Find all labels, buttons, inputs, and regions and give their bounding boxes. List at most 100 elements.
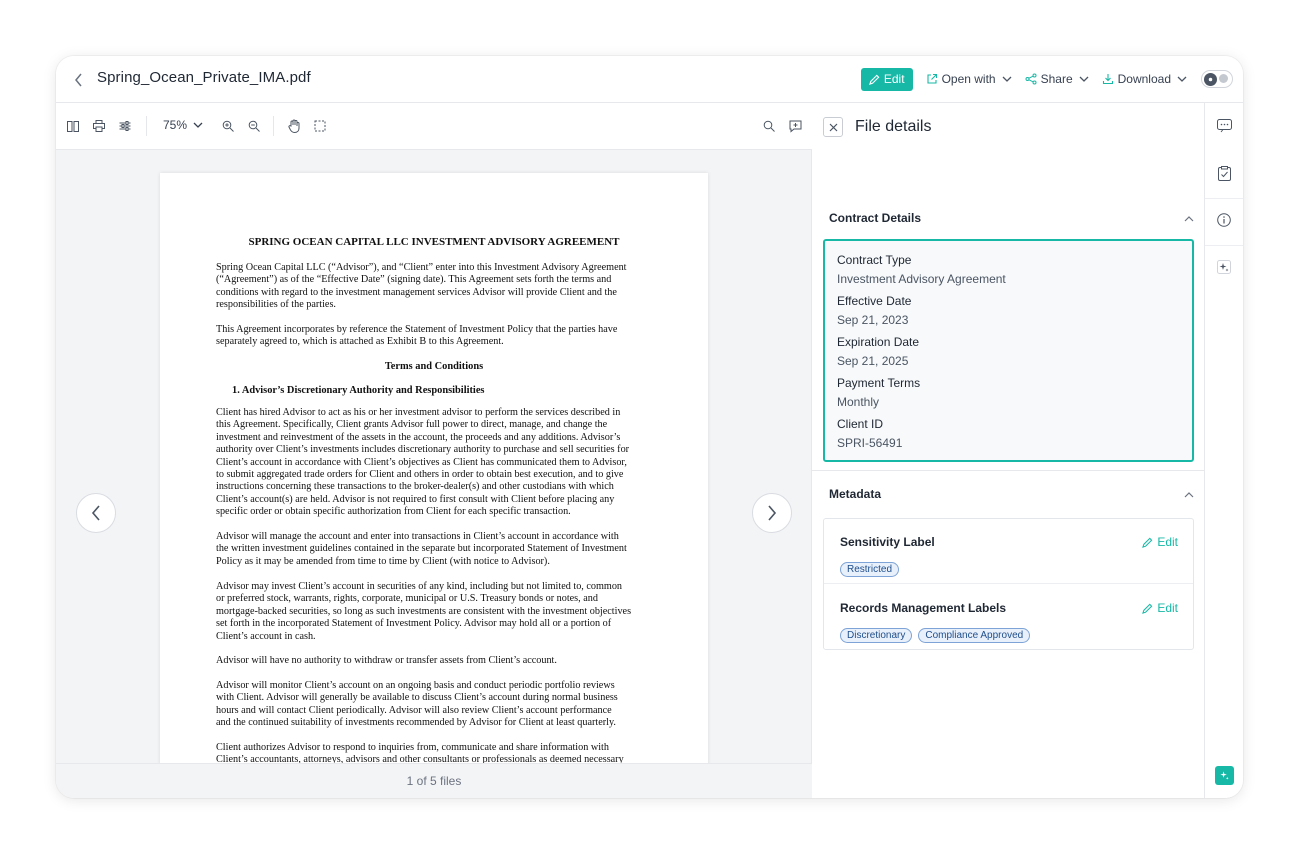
- field-label: Contract Type: [837, 253, 912, 267]
- next-file-button[interactable]: [752, 493, 792, 533]
- print-icon[interactable]: [92, 118, 106, 134]
- zoom-select[interactable]: 75%: [163, 118, 203, 132]
- external-link-icon: [926, 73, 938, 85]
- field-label: Payment Terms: [837, 376, 921, 390]
- sensitivity-label-title: Sensitivity Label: [840, 535, 935, 549]
- file-details-panel: File details Contract Details Contract T…: [812, 103, 1204, 798]
- contract-details-header[interactable]: Contract Details: [829, 208, 1194, 228]
- section-heading: 1. Advisor’s Discretionary Authority and…: [232, 385, 485, 396]
- clipboard-check-icon[interactable]: [1215, 164, 1233, 182]
- theme-toggle[interactable]: [1201, 70, 1233, 88]
- document-title: SPRING OCEAN CAPITAL LLC INVESTMENT ADVI…: [248, 236, 620, 248]
- close-icon[interactable]: [823, 117, 843, 137]
- document-paragraph: Client has hired Advisor to act as his o…: [216, 407, 630, 518]
- share-label: Share: [1040, 72, 1073, 86]
- panel-header: File details: [812, 103, 1204, 151]
- right-icon-rail: [1204, 103, 1243, 798]
- metadata-header[interactable]: Metadata: [829, 484, 1194, 504]
- document-paragraph: Advisor will monitor Client’s account on…: [216, 680, 618, 729]
- document-paragraph: Spring Ocean Capital LLC (“Advisor”), an…: [216, 262, 627, 311]
- app-window: Spring_Ocean_Private_IMA.pdf Edit Open w…: [56, 56, 1243, 798]
- back-icon[interactable]: [70, 70, 88, 90]
- records-management-row: Records Management Labels Edit Discretio…: [824, 601, 1193, 649]
- label-chip: Compliance Approved: [918, 628, 1031, 643]
- chevron-down-icon: [1079, 76, 1089, 83]
- sun-icon: [1204, 73, 1217, 86]
- document-page: SPRING OCEAN CAPITAL LLC INVESTMENT ADVI…: [160, 173, 708, 765]
- field-label: Client ID: [837, 417, 884, 431]
- section-divider: [812, 470, 1204, 471]
- edit-button[interactable]: Edit: [860, 67, 913, 91]
- download-button[interactable]: Download: [1102, 72, 1187, 86]
- field-value: Monthly: [837, 395, 880, 409]
- share-button[interactable]: Share: [1025, 72, 1089, 86]
- sensitivity-label-row: Sensitivity Label Edit Restricted: [824, 535, 1193, 583]
- chevron-down-icon: [1177, 76, 1187, 83]
- document-paragraph: Advisor will manage the account and ente…: [216, 531, 627, 567]
- file-counter: 1 of 5 files: [56, 763, 812, 798]
- chevron-left-icon: [91, 505, 100, 521]
- zoom-out-icon[interactable]: [247, 118, 261, 134]
- field-payment-terms: Payment Terms Monthly: [837, 376, 920, 409]
- label-chip: Discretionary: [840, 628, 913, 643]
- chevron-right-icon: [768, 505, 777, 521]
- open-with-label: Open with: [941, 72, 996, 86]
- edit-records-button[interactable]: Edit: [1142, 601, 1178, 615]
- settings-sliders-icon[interactable]: [118, 118, 132, 134]
- chevron-down-icon: [1002, 76, 1012, 83]
- rail-divider: [1205, 245, 1243, 246]
- field-contract-type: Contract Type Investment Advisory Agreem…: [837, 253, 1006, 286]
- info-icon[interactable]: [1215, 211, 1233, 229]
- add-comment-icon[interactable]: [788, 118, 802, 134]
- title-bar: Spring_Ocean_Private_IMA.pdf Edit Open w…: [56, 56, 1243, 103]
- pencil-icon: [1142, 603, 1153, 614]
- rail-divider: [1205, 198, 1243, 199]
- contract-details-box[interactable]: Contract Type Investment Advisory Agreem…: [823, 239, 1194, 462]
- field-value: Sep 21, 2023: [837, 313, 909, 327]
- chevron-up-icon: [1184, 491, 1194, 498]
- field-value: Investment Advisory Agreement: [837, 272, 1006, 286]
- ai-assistant-icon[interactable]: [1215, 766, 1234, 785]
- document-paragraph: Advisor may invest Client’s account in s…: [216, 581, 632, 642]
- viewer-toolbar: 75%: [56, 103, 812, 150]
- section-heading: Terms and Conditions: [384, 361, 484, 372]
- pencil-icon: [868, 74, 880, 85]
- previous-file-button[interactable]: [76, 493, 116, 533]
- chevron-down-icon: [193, 118, 203, 132]
- document-paragraph: This Agreement incorporates by reference…: [216, 324, 618, 348]
- ai-sparkle-icon[interactable]: [1215, 258, 1233, 276]
- header-actions: Edit Open with Share Download: [860, 67, 1233, 91]
- field-label: Effective Date: [837, 294, 912, 308]
- download-icon: [1102, 73, 1114, 85]
- edit-label: Edit: [1157, 601, 1178, 615]
- share-icon: [1025, 73, 1037, 85]
- edit-sensitivity-button[interactable]: Edit: [1142, 535, 1178, 549]
- pan-hand-icon[interactable]: [286, 118, 302, 134]
- records-management-title: Records Management Labels: [840, 601, 1007, 615]
- records-chips: Discretionary Compliance Approved: [840, 628, 1031, 643]
- select-area-icon[interactable]: [313, 118, 327, 134]
- download-label: Download: [1117, 72, 1171, 86]
- panel-title: File details: [855, 118, 932, 135]
- field-value: Sep 21, 2025: [837, 354, 909, 368]
- edit-label: Edit: [1157, 535, 1178, 549]
- row-divider: [824, 583, 1193, 584]
- pencil-icon: [1142, 537, 1153, 548]
- toolbar-divider: [273, 116, 274, 136]
- document-viewer: 75% SPRING OCEAN CAPITAL LLC INVESTMENT …: [56, 103, 812, 798]
- metadata-box: Sensitivity Label Edit Restricted Record…: [823, 518, 1194, 650]
- moon-icon: [1219, 74, 1228, 83]
- zoom-in-icon[interactable]: [221, 118, 235, 134]
- open-with-button[interactable]: Open with: [926, 72, 1012, 86]
- two-page-view-icon[interactable]: [66, 118, 80, 134]
- field-client-id: Client ID SPRI-56491: [837, 417, 902, 450]
- contract-details-label: Contract Details: [829, 211, 922, 225]
- label-chip: Restricted: [840, 562, 900, 577]
- search-icon[interactable]: [762, 118, 776, 134]
- field-value: SPRI-56491: [837, 436, 903, 450]
- sensitivity-chips: Restricted: [840, 562, 900, 577]
- file-name-title: Spring_Ocean_Private_IMA.pdf: [97, 69, 311, 86]
- comments-icon[interactable]: [1215, 117, 1233, 135]
- field-expiration-date: Expiration Date Sep 21, 2025: [837, 335, 919, 368]
- field-label: Expiration Date: [837, 335, 920, 349]
